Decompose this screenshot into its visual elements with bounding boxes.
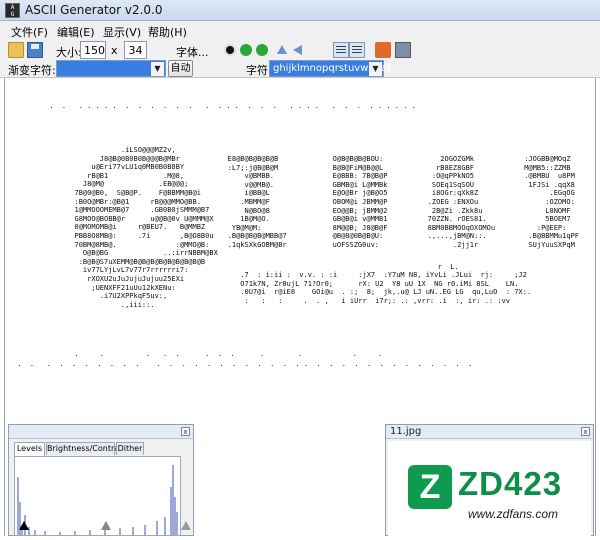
colour-icon[interactable]: [375, 42, 391, 58]
zd-logo-icon: Z: [408, 465, 452, 509]
flip-vertical-icon[interactable]: [277, 45, 287, 54]
title-bar: AG ASCII Generator v2.0.0: [0, 0, 600, 21]
size-times: x: [111, 44, 118, 57]
preview-close-icon[interactable]: x: [581, 427, 590, 436]
height-input[interactable]: 34: [124, 41, 147, 59]
tab-dither[interactable]: Dither: [116, 442, 144, 455]
ascii-lower-rows: .7 : i:ii : v.v. : :i :jX7 :Y7uM N8, iYv…: [240, 271, 532, 305]
ascii-letter-column-5: :JOGBB@MOqZ M@MB5::ZZMB .@BMBU u8PM 1FJS…: [524, 155, 580, 249]
midpoint-slider[interactable]: [101, 521, 111, 530]
width-input[interactable]: 150: [80, 41, 106, 59]
histogram-bars: [17, 465, 178, 535]
save-disk-icon[interactable]: [27, 42, 43, 58]
ascii-letter-g: .iLSO@@@MZ2v, J8@B@0B0B0B@@@B@MBr u@Eri7…: [74, 146, 218, 309]
chars-input[interactable]: ghijklmnopqrstuvwxyz$ ▼: [269, 60, 392, 77]
levels-window: x Levels Brightness/Contrast Dither: [8, 424, 194, 536]
menu-view[interactable]: 显示(V): [103, 24, 141, 40]
preview-window: 11.jpg x Z ZD423 www.zdfans.com: [385, 424, 594, 540]
preview-filename: 11.jpg: [390, 426, 422, 437]
tab-brightness-contrast[interactable]: Brightness/Contrast: [46, 442, 127, 455]
ramp-input[interactable]: ▼: [56, 60, 166, 77]
logo-wordmark: ZD423: [458, 465, 563, 502]
ascii-letter-column-3: O@B@B@B@BOU: B@B@FiM@B@@L E@BBB: 7B@B@P …: [332, 155, 388, 249]
ramp-dropdown-icon[interactable]: ▼: [151, 62, 164, 76]
white-point-slider[interactable]: [181, 521, 191, 530]
preview-icon[interactable]: [395, 42, 411, 58]
ascii-dot-row-1: . . . . . . . . . . . .: [45, 350, 383, 358]
rotate-right-icon[interactable]: [256, 44, 268, 56]
preview-image: Z ZD423 www.zdfans.com: [388, 441, 591, 540]
flip-horizontal-icon[interactable]: [293, 45, 302, 55]
ascii-dot-row-2: . . . . . . . . . . . . . . . . . . . . …: [13, 360, 473, 368]
invert-icon[interactable]: [224, 44, 236, 56]
chars-label: 字符:: [246, 64, 272, 77]
view-text-icon[interactable]: [333, 42, 349, 58]
window-title: ASCII Generator v2.0.0: [25, 3, 163, 17]
font-button[interactable]: 字体...: [176, 44, 209, 60]
ramp-label: 渐变字符:: [8, 64, 56, 77]
auto-button[interactable]: 自动: [168, 60, 193, 77]
rotate-left-icon[interactable]: [240, 44, 252, 56]
menu-bar: 文件(F) 编辑(E) 显示(V) 帮助(H): [0, 21, 600, 40]
chars-dropdown-icon[interactable]: ▼: [369, 62, 382, 76]
view-list-icon[interactable]: [349, 42, 365, 58]
app-icon: AG: [5, 3, 20, 18]
ascii-top-dots: . . . . . . . . . . . . . . . . . . . . …: [45, 102, 416, 110]
menu-help[interactable]: 帮助(H): [148, 24, 187, 40]
histogram-chart: [17, 465, 178, 535]
black-point-slider[interactable]: [19, 521, 29, 530]
levels-close-icon[interactable]: x: [181, 427, 190, 436]
menu-file[interactable]: 文件(F): [11, 24, 48, 40]
menu-edit[interactable]: 编辑(E): [57, 24, 95, 40]
levels-titlebar[interactable]: x: [9, 425, 193, 439]
tab-levels[interactable]: Levels: [14, 442, 45, 456]
ascii-letter-column-4: 2OGOZGMk rB8EZ8GBF :O@qPPkNO5 SOEq1SqSOU…: [427, 155, 496, 249]
levels-histogram[interactable]: [14, 456, 181, 536]
levels-tabbar: Levels Brightness/Contrast Dither: [14, 442, 190, 456]
character-toolbar: 渐变字符: ▼ 自动 字符: ghijklmnopqrstuvwxyz$ ▼: [0, 60, 600, 78]
ascii-letter-column-2: E8@B@B@B@B@B :L7;:j@B@B@M v@BMBB. v@@MB@…: [227, 155, 287, 249]
main-toolbar: 大小: 150 x 34 字体...: [0, 40, 600, 60]
open-folder-icon[interactable]: [8, 42, 24, 58]
preview-titlebar[interactable]: 11.jpg x: [386, 425, 593, 439]
size-label: 大小:: [56, 46, 82, 59]
logo-url: www.zdfans.com: [468, 507, 559, 521]
